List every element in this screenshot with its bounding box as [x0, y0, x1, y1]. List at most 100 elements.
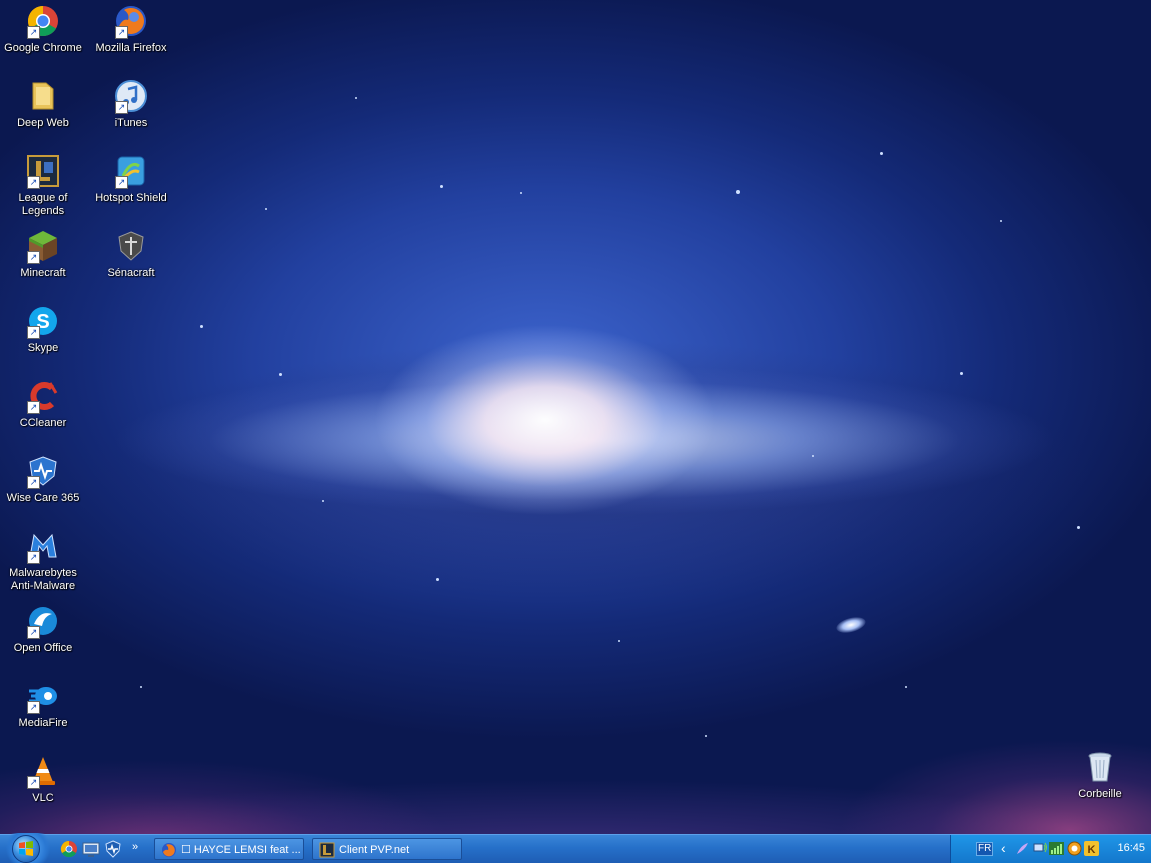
taskbar-button-label: Client PVP.net	[339, 844, 410, 856]
desktop-icon-ccleaner[interactable]: ↗ CCleaner	[0, 379, 86, 430]
tray-expand-button[interactable]: ‹	[1001, 840, 1006, 856]
senacraft-icon	[114, 229, 148, 263]
mediafire-icon: ↗	[26, 679, 60, 714]
desktop-icon-open-office[interactable]: ↗ Open Office	[0, 604, 86, 655]
star	[960, 372, 963, 375]
k-app-icon[interactable]: K	[1084, 841, 1099, 856]
desktop-icon-label: Wise Care 365	[6, 492, 80, 504]
desktop-icon-label: iTunes	[114, 117, 148, 129]
wise-care-icon: ↗	[26, 454, 60, 489]
league-of-legends-icon: ↗	[26, 154, 60, 189]
desktop-icon-mediafire[interactable]: ↗ MediaFire	[0, 679, 86, 730]
malwarebytes-icon: ↗	[26, 529, 60, 564]
desktop-icon-label: MediaFire	[18, 717, 68, 729]
star	[520, 192, 522, 194]
wifi-meter-icon[interactable]	[1049, 841, 1064, 856]
skype-icon: S ↗	[26, 304, 60, 339]
desktop-icon-label: Malwarebytes Anti-Malware	[9, 567, 77, 592]
clock[interactable]: 16:45	[1117, 842, 1145, 854]
vlc-icon: ↗	[26, 754, 60, 789]
desktop-icon-wise-care-365[interactable]: ↗ Wise Care 365	[0, 454, 86, 505]
star	[279, 373, 282, 376]
taskbar-button-client-pvp[interactable]: Client PVP.net	[312, 838, 462, 860]
shortcut-arrow-icon: ↗	[115, 176, 128, 189]
desktop-icon-label: Mozilla Firefox	[95, 42, 167, 54]
ccleaner-icon: ↗	[26, 379, 60, 414]
shortcut-arrow-icon: ↗	[27, 326, 40, 339]
desktop-icon-label: Google Chrome	[4, 42, 82, 54]
desktop-icon-label: Minecraft	[20, 267, 66, 279]
desktop-icon-malwarebytes[interactable]: ↗ Malwarebytes Anti-Malware	[0, 529, 86, 593]
desktop-icon-label: Open Office	[13, 642, 73, 654]
chrome-icon: ↗	[26, 4, 60, 39]
desktop-icon-deep-web[interactable]: Deep Web	[0, 79, 86, 130]
star	[200, 325, 203, 328]
shortcut-arrow-icon: ↗	[27, 776, 40, 789]
desktop-wallpaper[interactable]: ↗ Google Chrome ↗ Mozilla Firefox Deep W…	[0, 0, 1151, 834]
svg-text:K: K	[1088, 844, 1096, 856]
network-icon[interactable]	[1033, 841, 1048, 856]
shortcut-arrow-icon: ↗	[27, 401, 40, 414]
small-galaxy	[834, 614, 868, 636]
shortcut-arrow-icon: ↗	[27, 701, 40, 714]
shortcut-arrow-icon: ↗	[27, 26, 40, 39]
star	[705, 735, 707, 737]
star	[265, 208, 267, 210]
hotspot-shield-icon: ↗	[114, 154, 148, 189]
desktop-icon-google-chrome[interactable]: ↗ Google Chrome	[0, 4, 86, 55]
taskbar-button-label: ☐ HAYCE LEMSI feat ...	[181, 844, 301, 856]
shortcut-arrow-icon: ↗	[27, 551, 40, 564]
language-indicator[interactable]: FR	[976, 842, 994, 856]
quick-launch-more-button[interactable]: »	[132, 840, 138, 858]
star	[440, 185, 443, 188]
shortcut-arrow-icon: ↗	[27, 476, 40, 489]
folder-icon	[26, 79, 60, 113]
shortcut-arrow-icon: ↗	[115, 26, 128, 39]
show-desktop-icon[interactable]	[82, 840, 100, 858]
desktop-icon-skype[interactable]: S ↗ Skype	[0, 304, 86, 355]
wise-care-icon[interactable]	[104, 840, 122, 858]
desktop-icon-itunes[interactable]: ↗ iTunes	[88, 79, 174, 130]
star	[322, 500, 324, 502]
minecraft-icon: ↗	[26, 229, 60, 264]
desktop-icon-mozilla-firefox[interactable]: ↗ Mozilla Firefox	[88, 4, 174, 55]
quick-launch: »	[60, 840, 138, 858]
desktop-icon-league-of-legends[interactable]: ↗ League of Legends	[0, 154, 86, 218]
firefox-icon	[161, 842, 177, 858]
taskbar-button-firefox[interactable]: ☐ HAYCE LEMSI feat ...	[154, 838, 304, 860]
orange-circle-icon[interactable]	[1067, 841, 1082, 856]
star	[1000, 220, 1002, 222]
star	[880, 152, 883, 155]
openoffice-icon: ↗	[26, 604, 60, 639]
desktop-icon-label: Skype	[27, 342, 59, 354]
itunes-icon: ↗	[114, 79, 148, 114]
shortcut-arrow-icon: ↗	[115, 101, 128, 114]
shortcut-arrow-icon: ↗	[27, 176, 40, 189]
star	[355, 97, 357, 99]
feather-icon[interactable]	[1015, 841, 1030, 856]
shortcut-arrow-icon: ↗	[27, 251, 40, 264]
desktop-icon-label: Hotspot Shield	[95, 192, 167, 204]
star	[905, 686, 907, 688]
desktop-icon-label: Deep Web	[17, 117, 69, 129]
windows-logo-icon	[12, 835, 40, 863]
firefox-icon: ↗	[114, 4, 148, 39]
star	[618, 640, 620, 642]
star	[436, 578, 439, 581]
desktop-icon-label: CCleaner	[19, 417, 67, 429]
desktop-icon-vlc[interactable]: ↗ VLC	[0, 754, 86, 805]
desktop-icon-label: Sénacraft	[107, 267, 155, 279]
start-button[interactable]	[0, 833, 54, 863]
taskbar: » ☐ HAYCE LEMSI feat ... Client PVP.net …	[0, 833, 1151, 863]
desktop-icon-corbeille[interactable]: Corbeille	[1057, 750, 1143, 801]
desktop-icon-minecraft[interactable]: ↗ Minecraft	[0, 229, 86, 280]
recycle-bin-icon	[1083, 750, 1117, 784]
star	[736, 190, 740, 194]
desktop-icon-label: Corbeille	[1078, 788, 1122, 800]
desktop-icon-senacraft[interactable]: Sénacraft	[88, 229, 174, 280]
star	[812, 455, 814, 457]
desktop-icon-hotspot-shield[interactable]: ↗ Hotspot Shield	[88, 154, 174, 205]
desktop-icon-label: League of Legends	[18, 192, 68, 217]
chrome-icon[interactable]	[60, 840, 78, 858]
shortcut-arrow-icon: ↗	[27, 626, 40, 639]
